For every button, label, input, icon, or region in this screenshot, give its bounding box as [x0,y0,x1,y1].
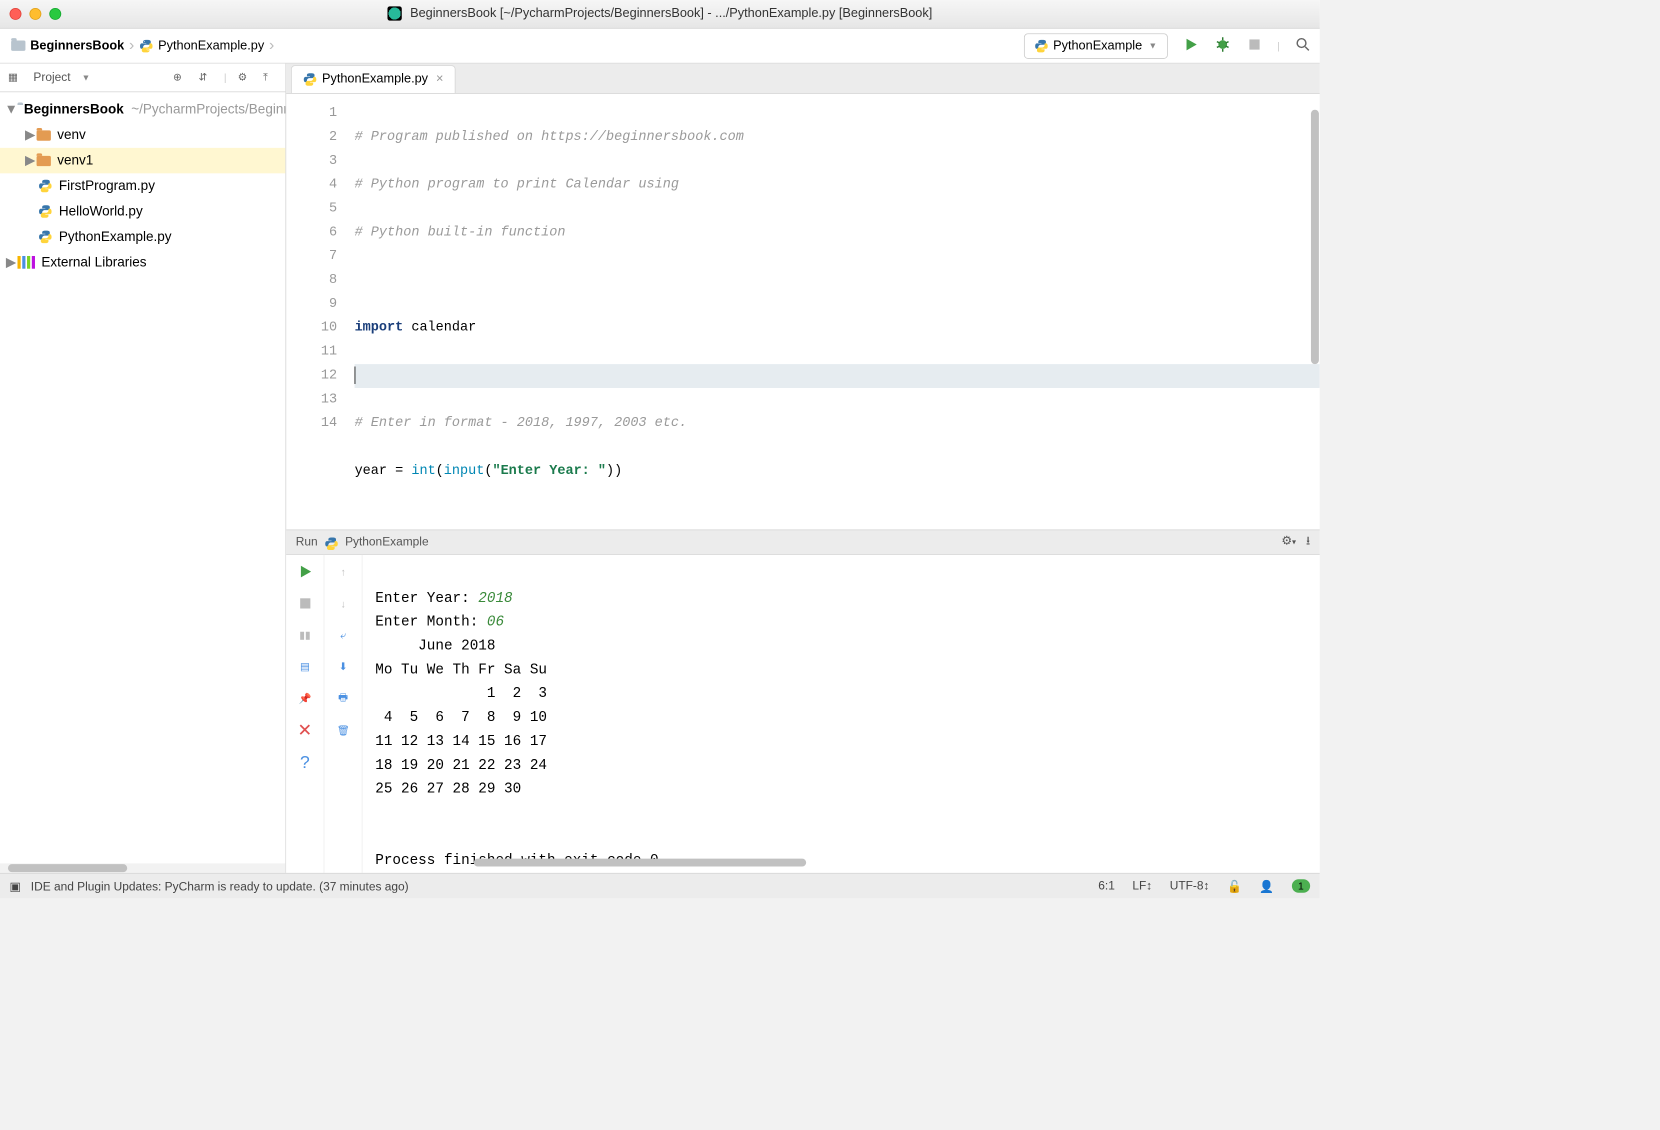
export-button[interactable]: ⬇ [334,658,351,675]
collapse-icon[interactable]: ⇵ [198,70,212,84]
line-separator[interactable]: LF↕ [1132,879,1152,893]
chevron-right-icon: › [127,37,135,55]
project-pane: ▦ Project▼ ⊕ ⇵ | ⚙ ⤒ ▼ BeginnersBook ~/P… [0,64,286,873]
tree-folder[interactable]: ▶ venv [0,122,285,147]
run-toolwindow: ▮▮ ▤ 📌 ✕ ? ↑ ↓ ⤶ ⬇ 🖶 🗑 Enter Year: 2018 … [286,555,1320,873]
code-editor[interactable]: 1234567891011121314 # Program published … [286,94,1320,530]
run-config-name: PythonExample [345,535,429,549]
python-file-icon [1034,39,1048,53]
minimize-window-button[interactable] [29,8,41,20]
project-scrollbar[interactable] [0,863,285,873]
editor-pane: PythonExample.py × 1234567891011121314 #… [286,64,1320,873]
editor-tabs: PythonExample.py × [286,64,1320,94]
python-file-icon [303,72,317,86]
console-scrollbar[interactable] [474,859,1304,869]
breadcrumb: BeginnersBook › PythonExample.py › [8,34,276,58]
debug-button[interactable] [1214,36,1231,56]
expand-icon[interactable]: ▼ [5,102,18,118]
tree-root[interactable]: ▼ BeginnersBook ~/PycharmProjects/Beginn… [0,97,285,122]
run-toolwindow-header: Run PythonExample ⚙▾ ⭳ [286,529,1320,554]
window-title: BeginnersBook [~/PycharmProjects/Beginne… [387,7,932,21]
editor-scrollbar[interactable] [1310,94,1320,530]
tree-file[interactable]: PythonExample.py [0,224,285,249]
tree-folder[interactable]: ▶ venv1 [0,148,285,173]
close-window-button[interactable] [10,8,22,20]
layout-button[interactable]: ▤ [296,658,313,675]
run-label[interactable]: Run [296,535,318,549]
chevron-right-icon: › [267,37,275,55]
close-tab-icon[interactable]: × [436,72,443,86]
main-area: ▦ Project▼ ⊕ ⇵ | ⚙ ⤒ ▼ BeginnersBook ~/P… [0,64,1320,873]
scroll-down-button[interactable]: ↓ [334,595,351,612]
caret-position[interactable]: 6:1 [1098,879,1115,893]
tree-external-libs[interactable]: ▶ External Libraries [0,250,285,275]
folder-icon [37,130,51,140]
run-button[interactable] [1182,36,1199,56]
python-file-icon [38,179,52,193]
inspector-icon[interactable]: 👤 [1259,879,1274,893]
gear-icon[interactable]: ⚙ [238,70,252,84]
run-config-selector[interactable]: PythonExample ▼ [1024,33,1168,58]
export-icon[interactable]: ⭳ [1306,534,1310,548]
expand-icon[interactable]: ▶ [24,153,37,169]
scroll-up-button[interactable]: ↑ [334,563,351,580]
project-view-icon[interactable]: ▦ [8,70,22,84]
libraries-icon [17,256,34,269]
run-actions-col2: ↑ ↓ ⤶ ⬇ 🖶 🗑 [324,555,362,873]
pin-button[interactable]: 📌 [296,690,313,707]
lock-icon[interactable]: 🔓 [1227,879,1242,893]
maximize-window-button[interactable] [49,8,61,20]
project-tree[interactable]: ▼ BeginnersBook ~/PycharmProjects/Beginn… [0,92,285,863]
locate-icon[interactable]: ⊕ [173,70,187,84]
status-bar: ▣ IDE and Plugin Updates: PyCharm is rea… [0,873,1320,898]
run-actions-col1: ▮▮ ▤ 📌 ✕ ? [286,555,324,873]
stop-button[interactable] [1245,36,1262,56]
python-file-icon [38,230,52,244]
search-everywhere-button[interactable] [1294,36,1311,56]
hide-icon[interactable]: ⤒ [263,70,277,84]
tool-windows-icon[interactable]: ▣ [10,880,21,894]
help-button[interactable]: ? [296,754,313,771]
rerun-button[interactable] [296,563,313,580]
python-file-icon [324,536,337,549]
project-label[interactable]: Project [33,71,70,85]
breadcrumb-file[interactable]: PythonExample.py [136,34,267,58]
folder-icon [11,41,25,51]
print-button[interactable]: 🖶 [334,690,351,707]
code-content[interactable]: # Program published on https://beginners… [350,94,1320,530]
expand-icon[interactable]: ▶ [5,254,18,270]
pycharm-icon [387,7,401,21]
editor-tab[interactable]: PythonExample.py × [291,65,455,93]
tree-file[interactable]: HelloWorld.py [0,199,285,224]
titlebar: BeginnersBook [~/PycharmProjects/Beginne… [0,0,1320,29]
project-toolbar: ▦ Project▼ ⊕ ⇵ | ⚙ ⤒ [0,64,285,93]
navigation-bar: BeginnersBook › PythonExample.py › Pytho… [0,29,1320,64]
clear-button[interactable]: 🗑 [334,722,351,739]
breadcrumb-project[interactable]: BeginnersBook [8,34,127,58]
file-encoding[interactable]: UTF-8↕ [1170,879,1210,893]
pause-button[interactable]: ▮▮ [296,626,313,643]
soft-wrap-button[interactable]: ⤶ [334,626,351,643]
python-file-icon [38,204,52,218]
chevron-down-icon: ▼ [1149,41,1158,51]
line-gutter: 1234567891011121314 [286,94,350,530]
python-file-icon [139,39,153,53]
window-controls [10,8,62,20]
folder-icon [37,155,51,165]
console-output[interactable]: Enter Year: 2018 Enter Month: 06 June 20… [363,555,1320,873]
tree-file[interactable]: FirstProgram.py [0,173,285,198]
close-button[interactable]: ✕ [296,722,313,739]
gear-icon[interactable]: ⚙▾ [1281,534,1296,548]
status-message[interactable]: IDE and Plugin Updates: PyCharm is ready… [31,880,409,894]
ide-window: BeginnersBook [~/PycharmProjects/Beginne… [0,0,1320,898]
event-badge[interactable]: 1 [1292,879,1310,893]
stop-button[interactable] [296,595,313,612]
text-cursor [355,366,356,383]
expand-icon[interactable]: ▶ [24,127,37,143]
